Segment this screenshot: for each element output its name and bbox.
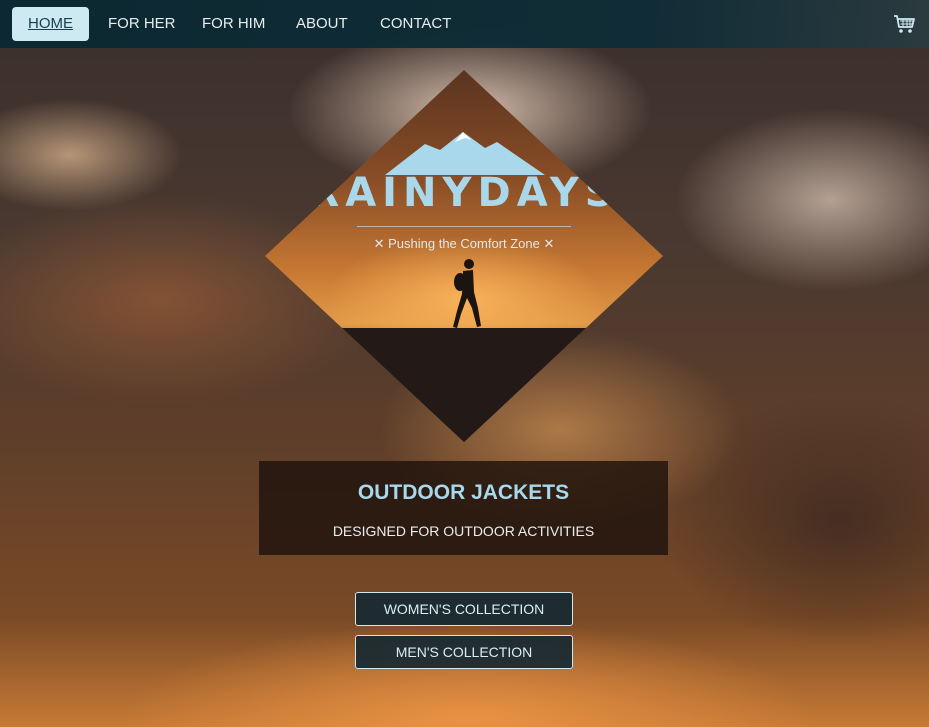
hero-banner: OUTDOOR JACKETS DESIGNED FOR OUTDOOR ACT… xyxy=(259,461,668,555)
nav-home[interactable]: HOME xyxy=(12,7,89,41)
brand-tagline: ✕ Pushing the Comfort Zone ✕ xyxy=(373,236,555,251)
mens-collection-button[interactable]: MEN'S COLLECTION xyxy=(355,635,573,669)
brand-logo: RAINYDAYS ✕ Pushing the Comfort Zone ✕ xyxy=(265,70,663,442)
mountain-icon xyxy=(385,132,545,175)
page: HOME FOR HER FOR HIM ABOUT CONTACT RAINY… xyxy=(0,0,929,727)
logo-diamond: RAINYDAYS ✕ Pushing the Comfort Zone ✕ xyxy=(265,70,663,442)
hiker-icon xyxy=(453,259,481,328)
hero-subtitle: DESIGNED FOR OUTDOOR ACTIVITIES xyxy=(332,523,595,539)
brand-name: RAINYDAYS xyxy=(308,170,620,216)
nav-contact[interactable]: CONTACT xyxy=(380,7,451,41)
hero-title: OUTDOOR JACKETS xyxy=(357,481,570,504)
logo-ground xyxy=(265,328,663,442)
shopping-cart-icon[interactable] xyxy=(893,12,917,36)
nav-for-her[interactable]: FOR HER xyxy=(108,7,176,41)
tagline-divider xyxy=(357,226,571,227)
nav-about[interactable]: ABOUT xyxy=(296,7,348,41)
top-nav: HOME FOR HER FOR HIM ABOUT CONTACT xyxy=(0,0,929,48)
womens-collection-button[interactable]: WOMEN'S COLLECTION xyxy=(355,592,573,626)
nav-for-him[interactable]: FOR HIM xyxy=(202,7,265,41)
